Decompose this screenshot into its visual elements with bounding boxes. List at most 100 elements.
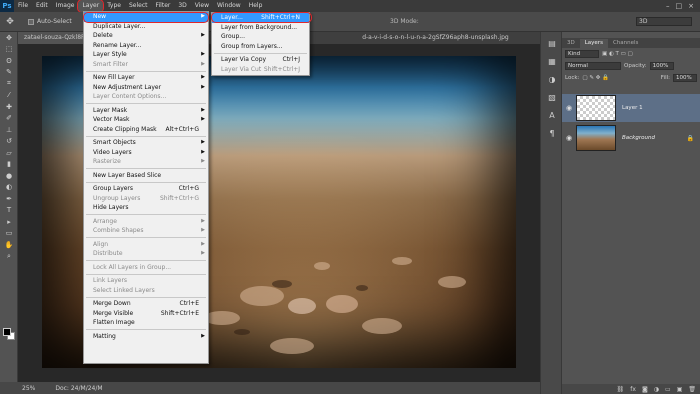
properties-panel-icon[interactable]: ▦	[541, 54, 563, 68]
menu-file[interactable]: File	[14, 0, 32, 12]
new_submenu-item-layer-via-copy[interactable]: Layer Via Copy Ctrl+J	[212, 55, 309, 65]
opacity-input[interactable]: 100%	[649, 62, 674, 70]
menu-item-label: Ungroup Layers	[93, 194, 141, 202]
eye-icon[interactable]: ◉	[562, 134, 576, 142]
mask-icon[interactable]: ◙	[642, 386, 648, 393]
layer-name[interactable]: Layer 1	[622, 105, 643, 111]
layer_menu-item-create-clipping-mask[interactable]: Create Clipping Mask Alt+Ctrl+G	[84, 125, 208, 135]
layer-row-background[interactable]: ◉ Background 🔒	[562, 124, 700, 152]
layer_menu-item-merge-visible[interactable]: Merge Visible Shift+Ctrl+E	[84, 309, 208, 319]
menu-item-shortcut: Shift+Ctrl+J	[263, 65, 300, 73]
menu-item-shortcut: Shift+Ctrl+G	[159, 194, 199, 202]
paragraph-panel-icon[interactable]: ¶	[541, 126, 563, 140]
layer_menu-item-rename-layer[interactable]: Rename Layer...	[84, 41, 208, 51]
layer-name[interactable]: Background	[622, 135, 655, 141]
fill-input[interactable]: 100%	[673, 74, 697, 82]
close-icon[interactable]: ×	[688, 2, 694, 10]
document-tab-2[interactable]: d-a-v-i-d-s-o-n-l-u-n-a-2gSfZ96aph8-unsp…	[356, 32, 515, 44]
filter-icons[interactable]: ▣ ◐ T ▭ ▢	[602, 51, 633, 57]
layer_menu-item-vector-mask[interactable]: Vector Mask ▶	[84, 115, 208, 125]
menu-window[interactable]: Window	[213, 0, 245, 12]
layer_menu-item-flatten-image[interactable]: Flatten Image	[84, 318, 208, 328]
layer_menu-item-layer-mask[interactable]: Layer Mask ▶	[84, 106, 208, 116]
menu-separator	[86, 237, 206, 238]
menu-item-label: Link Layers	[93, 277, 128, 284]
menu-item-label: Select Linked Layers	[93, 286, 155, 294]
brush-icon[interactable]: ✐	[0, 113, 18, 125]
blend-mode-select[interactable]: Normal	[565, 62, 621, 70]
link-icon[interactable]: ⛓	[617, 386, 625, 393]
auto-select-checkbox[interactable]: Auto-Select	[28, 18, 72, 25]
filter-kind-select[interactable]: Kind	[565, 50, 599, 58]
clone-stamp-icon[interactable]: ⊥	[0, 124, 18, 136]
layer_menu-item-layer-style[interactable]: Layer Style ▶	[84, 50, 208, 60]
dodge-icon[interactable]: ◐	[0, 182, 18, 194]
hand-icon[interactable]: ✋	[0, 239, 18, 251]
history-panel-icon[interactable]: ▤	[541, 36, 563, 50]
blur-icon[interactable]: ●	[0, 170, 18, 182]
layer_menu-item-new-fill-layer[interactable]: New Fill Layer ▶	[84, 73, 208, 83]
collapsed-panel-strip: ▤ ▦ ◑ ▧ A ¶	[540, 32, 562, 394]
menu-help[interactable]: Help	[245, 0, 267, 12]
folder-icon[interactable]: ▭	[665, 386, 671, 393]
workspace-select[interactable]: 3D	[636, 17, 692, 26]
layer_menu-item-smart-objects[interactable]: Smart Objects ▶	[84, 138, 208, 148]
trash-icon[interactable]: 🗑	[688, 386, 696, 393]
menu-edit[interactable]: Edit	[32, 0, 52, 12]
layer-row-layer-1[interactable]: ◉ Layer 1	[562, 94, 700, 122]
layer_menu-item-merge-down[interactable]: Merge Down Ctrl+E	[84, 299, 208, 309]
eyedropper-icon[interactable]: ⁄	[0, 90, 18, 102]
submenu-arrow-icon: ▶	[201, 139, 205, 145]
menu-image[interactable]: Image	[52, 0, 79, 12]
menu-item-label: Smart Filter	[93, 60, 128, 68]
layer_menu-item-group-layers[interactable]: Group Layers Ctrl+G	[84, 184, 208, 194]
submenu-arrow-icon: ▶	[201, 74, 205, 80]
new_submenu-item-group[interactable]: Group...	[212, 32, 309, 42]
layer_menu-item-new-adjustment-layer[interactable]: New Adjustment Layer ▶	[84, 83, 208, 93]
layer_menu-item-arrange: Arrange ▶	[84, 217, 208, 227]
tab-layers[interactable]: Layers	[579, 39, 608, 48]
eraser-icon[interactable]: ▱	[0, 147, 18, 159]
eye-icon[interactable]: ◉	[562, 104, 576, 112]
styles-panel-icon[interactable]: ▧	[541, 90, 563, 104]
type-icon[interactable]: T	[0, 205, 18, 217]
layer_menu-item-video-layers[interactable]: Video Layers ▶	[84, 148, 208, 158]
shape-icon[interactable]: ▭	[0, 228, 18, 240]
fx-icon[interactable]: fx	[630, 386, 636, 393]
pen-icon[interactable]: ✒	[0, 193, 18, 205]
healing-icon[interactable]: ✚	[0, 101, 18, 113]
zoom-icon[interactable]: ⌕	[0, 251, 18, 263]
maximize-icon[interactable]: □	[676, 2, 683, 10]
layer_menu-item-hide-layers[interactable]: Hide Layers	[84, 203, 208, 213]
marquee-icon[interactable]: ⬚	[0, 44, 18, 56]
character-panel-icon[interactable]: A	[541, 108, 563, 122]
layer_menu-item-delete[interactable]: Delete ▶	[84, 31, 208, 41]
minimize-icon[interactable]: –	[666, 2, 670, 10]
layer_menu-item-new-layer-based-slice[interactable]: New Layer Based Slice	[84, 171, 208, 181]
crop-icon[interactable]: ⌗	[0, 78, 18, 90]
adjustments-panel-icon[interactable]: ◑	[541, 72, 563, 86]
checkbox-box[interactable]	[28, 18, 34, 25]
foreground-color-swatch[interactable]	[3, 328, 11, 336]
tab-3d[interactable]: 3D	[562, 39, 580, 48]
layer_menu-item-link-layers: Link Layers	[84, 276, 208, 286]
zoom-level[interactable]: 25%	[22, 385, 35, 392]
move-icon[interactable]: ✥	[0, 32, 18, 44]
lock-icons[interactable]: ▢ ✎ ✥ 🔒	[582, 75, 609, 81]
submenu-arrow-icon: ▶	[201, 250, 205, 256]
history-brush-icon[interactable]: ↺	[0, 136, 18, 148]
new_submenu-item-layer-from-background[interactable]: Layer from Background...	[212, 23, 309, 33]
quick-select-icon[interactable]: ✎	[0, 67, 18, 79]
move-tool-icon[interactable]: ✥	[0, 12, 20, 32]
new_submenu-item-group-from-layers[interactable]: Group from Layers...	[212, 42, 309, 52]
new-layer-icon[interactable]: ▣	[677, 386, 683, 393]
lasso-icon[interactable]: ʘ	[0, 55, 18, 67]
layer_menu-item-matting[interactable]: Matting ▶	[84, 332, 208, 342]
path-select-icon[interactable]: ▸	[0, 216, 18, 228]
menu-item-label: Layer Mask	[93, 106, 128, 114]
tab-channels[interactable]: Channels	[608, 39, 643, 48]
gradient-icon[interactable]: ▮	[0, 159, 18, 171]
lock-row: Lock: ▢ ✎ ✥ 🔒 Fill: 100%	[562, 72, 700, 84]
adjustment-icon[interactable]: ◑	[654, 386, 659, 393]
panel-tabs: 3D Layers Channels	[562, 38, 700, 48]
